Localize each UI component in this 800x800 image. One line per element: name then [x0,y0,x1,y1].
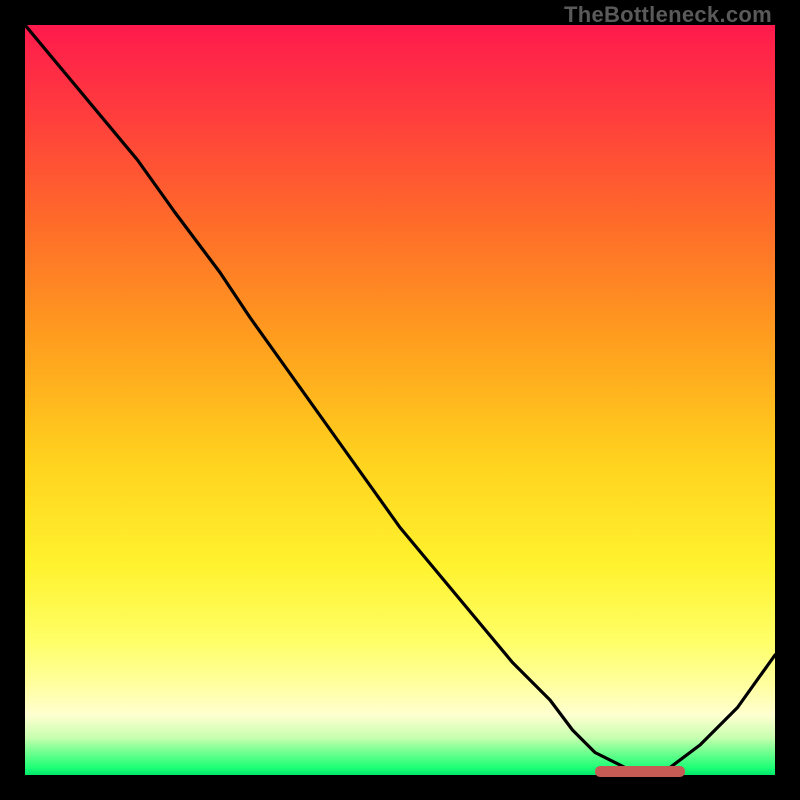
chart-frame [25,25,775,775]
bottleneck-curve [25,25,775,775]
optimal-range-marker [595,766,685,777]
curve-path [25,25,775,775]
watermark-text: TheBottleneck.com [564,2,772,28]
